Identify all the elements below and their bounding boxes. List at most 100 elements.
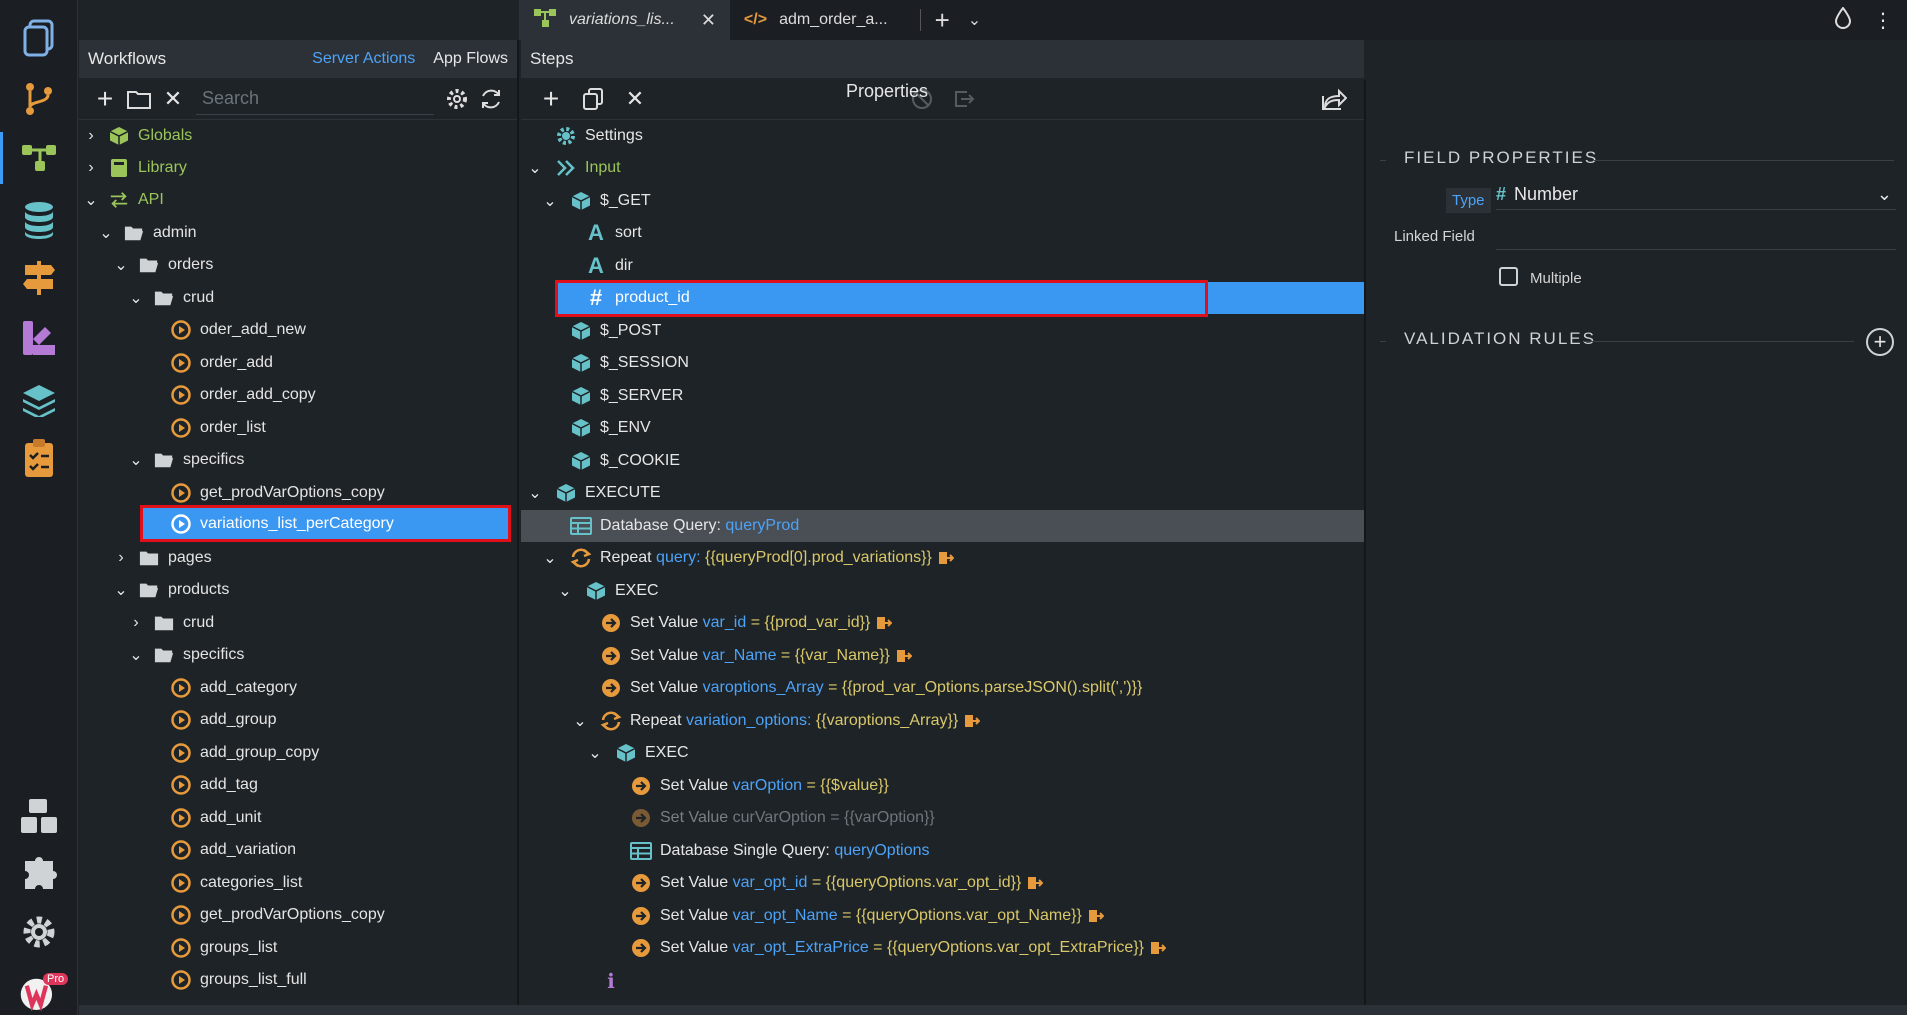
tree-action-add-tag[interactable]: add_tag xyxy=(171,769,258,801)
step-exec[interactable]: ⌄ EXEC xyxy=(521,575,1364,607)
output-button[interactable] xyxy=(943,78,985,120)
step-settings[interactable]: Settings xyxy=(521,120,1364,152)
theme-drop-icon[interactable] xyxy=(1834,5,1852,34)
tab-server-actions[interactable]: Server Actions xyxy=(312,50,415,68)
step-set-value[interactable]: Set Value varOption = {{$value}} xyxy=(521,770,1364,802)
step-execute[interactable]: ⌄ EXECUTE xyxy=(521,477,1364,509)
step-database-single-query[interactable]: Database Single Query: queryOptions xyxy=(521,835,1364,867)
chevron-right-icon[interactable]: › xyxy=(83,127,99,144)
tree-action-add-category[interactable]: add_category xyxy=(171,672,297,704)
chevron-down-icon[interactable]: ⌄ xyxy=(527,485,543,502)
tab-list-dropdown[interactable]: ⌄ xyxy=(964,0,985,40)
tree-action-variations-list-percategory[interactable]: variations_list_perCategory xyxy=(140,505,511,542)
step-set-value-disabled[interactable]: Set Value curVarOption = {{varOption}} xyxy=(521,802,1364,834)
step-database-query[interactable]: Database Query: queryProd xyxy=(521,510,1364,542)
remove-step-button[interactable]: ✕ xyxy=(614,78,656,120)
app-logo[interactable]: Pro xyxy=(19,970,69,1012)
pages-icon[interactable] xyxy=(19,18,59,58)
new-tab-button[interactable]: + xyxy=(921,0,964,40)
chevron-down-icon[interactable]: ⌄ xyxy=(557,583,573,600)
tree-item-api[interactable]: ⌄ API xyxy=(83,184,164,216)
step-repeat-query[interactable]: ⌄ Repeat query: {{queryProd[0].prod_varia… xyxy=(521,542,1364,574)
step-cookie[interactable]: $_COOKIE xyxy=(521,445,1364,477)
tree-action-order-add-copy[interactable]: order_add_copy xyxy=(171,379,316,411)
tree-folder-products[interactable]: ⌄ products xyxy=(113,574,229,606)
step-param-dir[interactable]: Adir xyxy=(521,250,1364,282)
tab-variations-list[interactable]: variations_lis... ✕ xyxy=(519,0,730,40)
step-input[interactable]: ⌄ Input xyxy=(521,152,1364,184)
chevron-down-icon[interactable]: ⌄ xyxy=(128,452,144,469)
design-icon[interactable] xyxy=(19,318,59,358)
add-validation-rule-button[interactable]: + xyxy=(1866,328,1894,356)
chevron-down-icon[interactable]: ⌄ xyxy=(527,160,543,177)
step-set-value[interactable]: Set Value var_id = {{prod_var_id}} xyxy=(521,607,1364,639)
duplicate-button[interactable] xyxy=(572,78,614,120)
extensions-boxes-icon[interactable] xyxy=(19,796,59,836)
close-icon[interactable]: ✕ xyxy=(701,10,716,31)
step-set-value[interactable]: Set Value varoptions_Array = {{prod_var_… xyxy=(521,672,1364,704)
tree-folder-crud[interactable]: › crud xyxy=(128,607,214,639)
chevron-right-icon[interactable]: › xyxy=(113,549,129,566)
step-post[interactable]: $_POST xyxy=(521,315,1364,347)
chevron-right-icon[interactable]: › xyxy=(128,614,144,631)
chevron-down-icon[interactable]: ⌄ xyxy=(83,192,99,209)
database-icon[interactable] xyxy=(19,200,59,240)
clipboard-checklist-icon[interactable] xyxy=(19,438,59,478)
chevron-down-icon[interactable]: ⌄ xyxy=(98,225,114,242)
tree-action-add-group[interactable]: add_group xyxy=(171,704,277,736)
chevron-right-icon[interactable]: › xyxy=(83,159,99,176)
step-param-sort[interactable]: Asort xyxy=(521,217,1364,249)
puzzle-icon[interactable] xyxy=(19,854,59,894)
settings-button[interactable] xyxy=(440,78,474,120)
step-set-value[interactable]: Set Value var_Name = {{var_Name}} xyxy=(521,640,1364,672)
tree-action-groups-list[interactable]: groups_list xyxy=(171,932,277,964)
layers-icon[interactable] xyxy=(19,380,59,420)
step-set-value[interactable]: Set Value var_opt_id = {{queryOptions.va… xyxy=(521,867,1364,899)
refresh-button[interactable] xyxy=(474,78,508,120)
step-session[interactable]: $_SESSION xyxy=(521,347,1364,379)
step-param-product-id[interactable]: # product_id xyxy=(555,282,1364,314)
multiple-checkbox[interactable] xyxy=(1499,267,1518,286)
tree-folder-pages[interactable]: › pages xyxy=(113,542,211,574)
step-server[interactable]: $_SERVER xyxy=(521,380,1364,412)
tree-action-groups-list-full[interactable]: groups_list_full xyxy=(171,964,307,996)
step-exec[interactable]: ⌄ EXEC xyxy=(521,737,1364,769)
chevron-down-icon[interactable]: ⌄ xyxy=(542,550,558,567)
workflows-icon[interactable] xyxy=(19,138,59,178)
git-branch-icon[interactable] xyxy=(19,79,59,119)
chevron-down-icon[interactable]: ⌄ xyxy=(113,257,129,274)
tree-action-order-list[interactable]: order_list xyxy=(171,412,266,444)
step-env[interactable]: $_ENV xyxy=(521,412,1364,444)
add-button[interactable]: + xyxy=(88,78,122,120)
chevron-down-icon[interactable]: ⌄ xyxy=(542,193,558,210)
search-input[interactable] xyxy=(196,82,434,115)
chevron-down-icon[interactable]: ⌄ xyxy=(572,713,588,730)
step-repeat-variation-options[interactable]: ⌄ Repeat variation_options: {{varoptions_… xyxy=(521,705,1364,737)
chevron-down-icon[interactable]: ⌄ xyxy=(128,647,144,664)
tree-action-oder-add-new[interactable]: oder_add_new xyxy=(171,314,306,346)
new-folder-button[interactable] xyxy=(122,78,156,120)
tree-action-add-unit[interactable]: add_unit xyxy=(171,802,261,834)
tree-action-get-prodvaroptions-copy[interactable]: get_prodVarOptions_copy xyxy=(171,899,385,931)
tree-folder-orders[interactable]: ⌄ orders xyxy=(113,249,213,281)
step-info[interactable]: ℹ xyxy=(521,965,1364,997)
tree-action-add-group-copy[interactable]: add_group_copy xyxy=(171,737,319,769)
share-button[interactable] xyxy=(1313,78,1355,120)
tree-folder-specifics[interactable]: ⌄ specifics xyxy=(128,444,244,476)
tree-item-globals[interactable]: › Globals xyxy=(83,120,192,152)
more-vertical-icon[interactable]: ⋮ xyxy=(1873,8,1893,33)
routes-signpost-icon[interactable] xyxy=(19,258,59,298)
tree-action-order-add[interactable]: order_add xyxy=(171,347,273,379)
linked-field-input[interactable] xyxy=(1496,220,1896,250)
gear-icon[interactable] xyxy=(19,912,59,952)
chevron-down-icon[interactable]: ⌄ xyxy=(128,290,144,307)
chevron-down-icon[interactable]: ⌄ xyxy=(113,582,129,599)
delete-button[interactable]: ✕ xyxy=(156,78,190,120)
tree-folder-specifics[interactable]: ⌄ specifics xyxy=(128,639,244,671)
tree-folder-crud[interactable]: ⌄ crud xyxy=(128,282,214,314)
add-step-button[interactable]: + xyxy=(530,78,572,120)
step-set-value[interactable]: Set Value var_opt_ExtraPrice = {{queryOp… xyxy=(521,932,1364,964)
step-get[interactable]: ⌄ $_GET xyxy=(521,185,1364,217)
tree-action-categories-list[interactable]: categories_list xyxy=(171,867,302,899)
type-select[interactable]: # Number ⌄ xyxy=(1496,180,1896,210)
